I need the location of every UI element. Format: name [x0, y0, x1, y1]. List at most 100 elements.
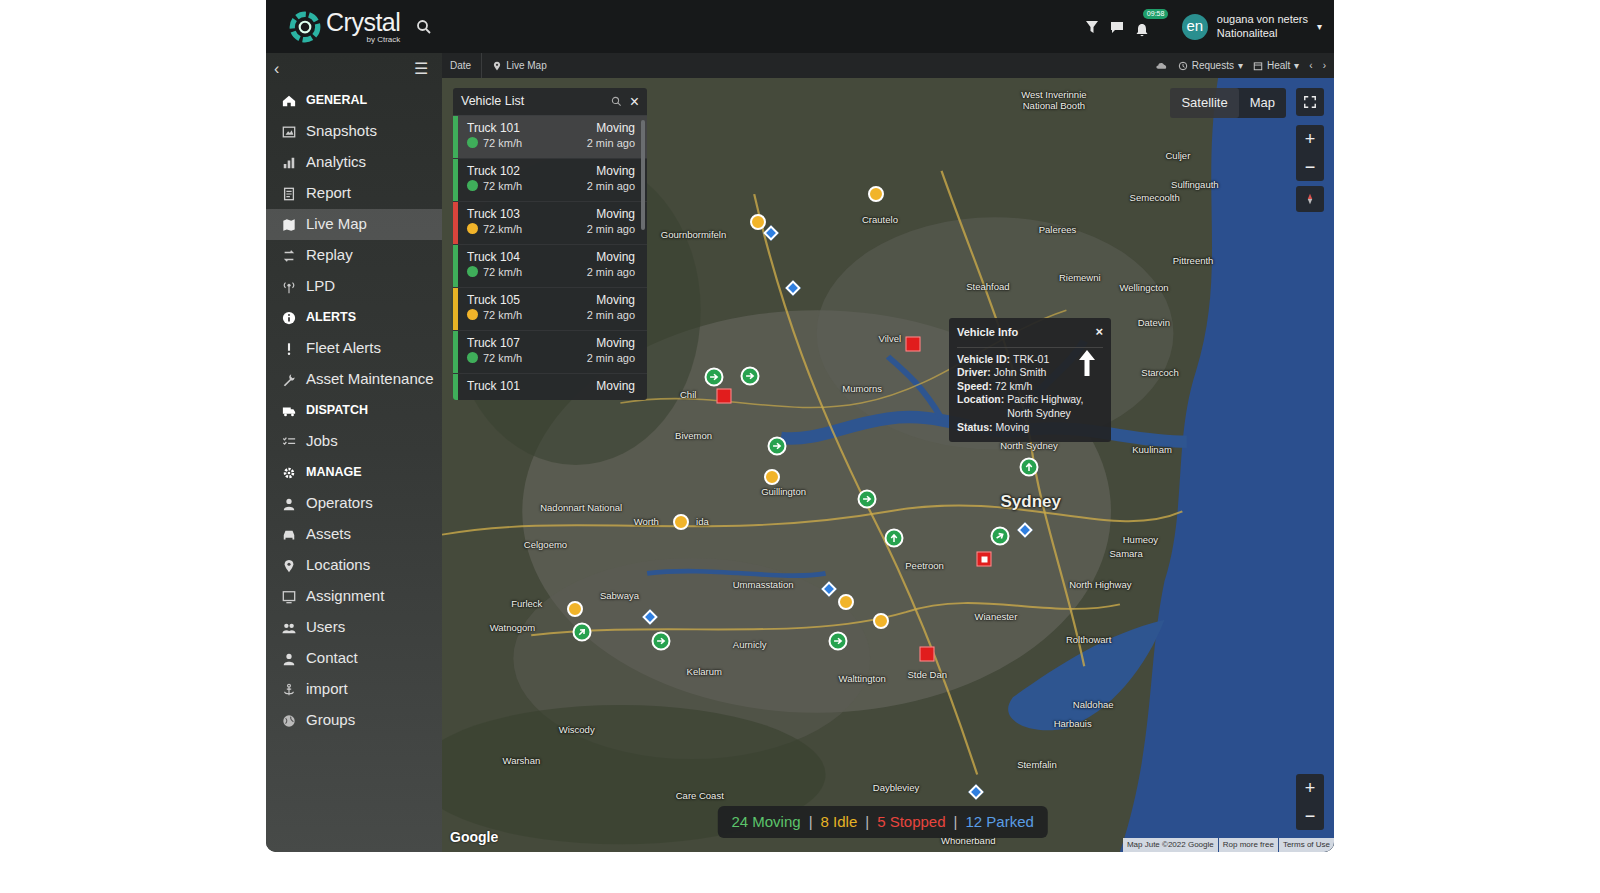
- live-map[interactable]: West Inverinnie National BoothCuljerSulf…: [442, 78, 1334, 852]
- map-label: Semecoolth: [1130, 193, 1180, 203]
- prev-button[interactable]: ‹: [1309, 58, 1312, 73]
- vehicle-pin[interactable]: [652, 631, 671, 650]
- sidebar-item[interactable]: Groups: [266, 705, 442, 736]
- sidebar-item[interactable]: Users: [266, 612, 442, 643]
- vehicle-row[interactable]: Truck 103Moving72.km/h2 min ago: [453, 202, 647, 245]
- sidebar-label: import: [306, 678, 348, 701]
- vehicle-pin[interactable]: [920, 646, 935, 661]
- sidebar-item[interactable]: Assets: [266, 519, 442, 550]
- health-label: Healt: [1267, 58, 1290, 73]
- user-menu-caret[interactable]: ▾: [1317, 19, 1322, 34]
- user-name[interactable]: ougana von netersNationaliteal: [1217, 13, 1308, 41]
- sidebar-label: GENERAL: [306, 91, 367, 110]
- vehicle-pin[interactable]: [705, 367, 724, 386]
- sidebar-item[interactable]: Assignment: [266, 581, 442, 612]
- compass-icon: [1304, 192, 1316, 206]
- sidebar-item[interactable]: import: [266, 674, 442, 705]
- sidebar-item[interactable]: Asset Maintenance: [266, 364, 442, 395]
- vehicle-speed: 72.km/h: [483, 223, 522, 235]
- chart-icon: [282, 156, 296, 170]
- vehicle-pin[interactable]: [885, 528, 904, 547]
- menu-button[interactable]: ☰: [414, 57, 428, 81]
- vehicle-row[interactable]: Truck 104Moving72 km/h2 min ago: [453, 245, 647, 288]
- map-label: Warshan: [503, 756, 541, 766]
- sidebar-item[interactable]: Snapshots: [266, 116, 442, 147]
- search-icon[interactable]: [611, 96, 622, 107]
- map-type-button[interactable]: Map: [1239, 88, 1286, 118]
- vehicle-pin[interactable]: [716, 389, 731, 404]
- vehicle-row[interactable]: Truck 101Moving72 km/h2 min ago: [453, 116, 647, 159]
- sidebar-item[interactable]: Locations: [266, 550, 442, 581]
- collapse-button[interactable]: ‹: [274, 57, 279, 81]
- status-count[interactable]: 8 Idle: [821, 811, 858, 834]
- close-button[interactable]: ×: [1095, 322, 1103, 342]
- attribution-link[interactable]: Terms of Use: [1279, 838, 1334, 852]
- zoom-in-button[interactable]: +: [1296, 125, 1324, 153]
- vehicle-pin[interactable]: [750, 214, 766, 230]
- sidebar-item[interactable]: Analytics: [266, 147, 442, 178]
- sidebar-item[interactable]: Live Map: [266, 209, 442, 240]
- user-avatar[interactable]: en: [1182, 14, 1208, 40]
- next-button[interactable]: ›: [1323, 58, 1326, 73]
- date-filter[interactable]: Date: [450, 58, 471, 73]
- sidebar-item[interactable]: Jobs: [266, 426, 442, 457]
- sidebar-item[interactable]: Fleet Alerts: [266, 333, 442, 364]
- vehicle-row[interactable]: Truck 102Moving72 km/h2 min ago: [453, 159, 647, 202]
- pin-icon: [282, 559, 296, 573]
- scrollbar[interactable]: [641, 120, 645, 230]
- filter-icon[interactable]: [1084, 19, 1100, 35]
- vehicle-pin[interactable]: [673, 514, 689, 530]
- vehicle-pin[interactable]: [1019, 457, 1038, 476]
- status-count[interactable]: 12 Parked: [965, 811, 1033, 834]
- zoom-out-button[interactable]: −: [1296, 153, 1324, 181]
- clock-icon: [1178, 61, 1188, 71]
- vehicle-pin[interactable]: [977, 552, 992, 567]
- sidebar-item[interactable]: Operators: [266, 488, 442, 519]
- vehicle-pin[interactable]: [857, 490, 876, 509]
- vehicle-name: Truck 102: [467, 163, 520, 179]
- requests-dropdown[interactable]: Requests▾: [1178, 58, 1243, 73]
- sidebar-item[interactable]: Replay: [266, 240, 442, 271]
- vehicle-pin[interactable]: [764, 469, 780, 485]
- fullscreen-button[interactable]: [1296, 88, 1324, 116]
- close-button[interactable]: ×: [630, 90, 639, 114]
- status-dot: [467, 180, 478, 191]
- vehicle-pin[interactable]: [990, 527, 1009, 546]
- sidebar-item[interactable]: LPD: [266, 271, 442, 302]
- vehicle-pin[interactable]: [873, 613, 889, 629]
- chat-icon[interactable]: [1109, 19, 1125, 35]
- vehicle-pin[interactable]: [838, 594, 854, 610]
- sidebar-item[interactable]: Report: [266, 178, 442, 209]
- snapshot-icon: [282, 125, 296, 139]
- status-count[interactable]: 5 Stopped: [877, 811, 945, 834]
- sidebar-label: Analytics: [306, 151, 366, 174]
- map-label: Humeoy: [1123, 535, 1158, 545]
- vehicle-pin[interactable]: [829, 631, 848, 650]
- vehicle-pin[interactable]: [567, 601, 583, 617]
- map-type-button[interactable]: Satellite: [1170, 88, 1238, 118]
- vehicle-row[interactable]: Truck 105Moving72 km/h2 min ago: [453, 288, 647, 331]
- map-label: Rolthowart: [1066, 635, 1111, 645]
- attribution-link[interactable]: Rop more free: [1219, 838, 1278, 852]
- user-area: 09:58 en ougana von netersNationaliteal ▾: [1084, 13, 1322, 41]
- vehicle-pin[interactable]: [868, 186, 884, 202]
- sidebar-item[interactable]: Contact: [266, 643, 442, 674]
- vehicle-pin[interactable]: [768, 437, 787, 456]
- live-map-tab[interactable]: Live Map: [492, 58, 547, 73]
- zoom-out-button[interactable]: −: [1296, 802, 1324, 830]
- status-count[interactable]: 24 Moving: [731, 811, 800, 834]
- notifications[interactable]: 09:58: [1134, 18, 1152, 36]
- zoom-in-button[interactable]: +: [1296, 774, 1324, 802]
- vehicle-row[interactable]: Truck 107Moving72 km/h2 min ago: [453, 331, 647, 374]
- vehicle-pin[interactable]: [740, 366, 759, 385]
- vehicle-pin[interactable]: [905, 337, 920, 352]
- compass-button[interactable]: [1296, 186, 1324, 212]
- search-icon[interactable]: [416, 19, 432, 35]
- map-label: Kuulinam: [1132, 444, 1172, 454]
- vehicle-row[interactable]: Truck 101Moving: [453, 374, 647, 400]
- attribution-link[interactable]: Map Jute ©2022 Google: [1123, 838, 1218, 852]
- logo[interactable]: Crystalby Ctrack: [288, 10, 400, 44]
- health-dropdown[interactable]: Healt▾: [1253, 58, 1299, 73]
- vehicle-time: 2 min ago: [587, 136, 635, 151]
- vehicle-pin[interactable]: [573, 623, 592, 642]
